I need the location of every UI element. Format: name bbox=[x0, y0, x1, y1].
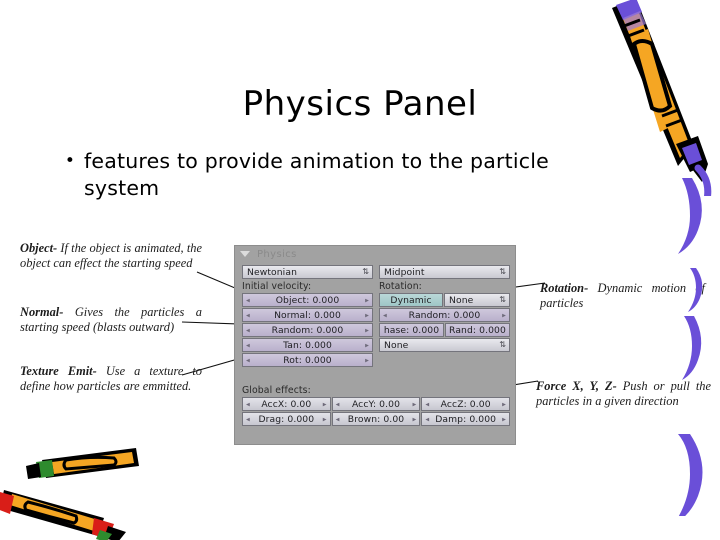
right-arrow-icon[interactable]: ▸ bbox=[502, 415, 506, 424]
integrator-dropdown[interactable]: Midpoint ⇅ bbox=[379, 265, 510, 279]
slider-rotation-random[interactable]: ◂ Random: 0.000 ▸ bbox=[379, 308, 510, 322]
updown-arrows-icon: ⇅ bbox=[362, 267, 369, 276]
slider-label: Random: 0.000 bbox=[271, 324, 344, 336]
right-arrow-icon[interactable]: ▸ bbox=[502, 400, 506, 409]
left-arrow-icon[interactable]: ◂ bbox=[246, 356, 250, 365]
slider-brown[interactable]: ◂ Brown: 0.00 ▸ bbox=[331, 412, 421, 426]
rotation-axis-value: None bbox=[384, 339, 409, 351]
left-arrow-icon[interactable]: ◂ bbox=[246, 415, 250, 424]
bullet-list: • features to provide animation to the p… bbox=[56, 148, 616, 202]
bullet-text: features to provide animation to the par… bbox=[84, 149, 549, 200]
slider-label: AccX: 0.00 bbox=[261, 398, 312, 410]
right-arrow-icon[interactable]: ▸ bbox=[412, 415, 416, 424]
updown-arrows-icon: ⇅ bbox=[499, 340, 506, 349]
slider-label: AccY: 0.00 bbox=[351, 398, 401, 410]
initial-velocity-label: Initial velocity: bbox=[242, 280, 312, 292]
slide-canvas: Physics Panel • features to provide anim… bbox=[0, 0, 720, 540]
right-arrow-icon[interactable]: ▸ bbox=[365, 311, 369, 320]
annotation-term: Normal- bbox=[20, 305, 64, 319]
triangle-down-icon[interactable] bbox=[240, 251, 250, 257]
left-arrow-icon[interactable]: ◂ bbox=[425, 415, 429, 424]
slider-accy[interactable]: ◂ AccY: 0.00 ▸ bbox=[331, 397, 421, 411]
annotation-normal: Normal- Gives the particles a starting s… bbox=[20, 305, 202, 334]
slider-label: Random: 0.000 bbox=[408, 309, 481, 321]
slider-label: hase: 0.000 bbox=[383, 324, 440, 336]
panel-right-column: Midpoint ⇅ Rotation: Dynamic None ⇅ ◂ Ra… bbox=[379, 265, 510, 368]
slider-phase[interactable]: hase: 0.000 bbox=[379, 323, 444, 337]
yellow-crayon-icon bbox=[612, 0, 712, 196]
bullet-marker-icon: • bbox=[64, 151, 76, 171]
rotation-mode-value: None bbox=[449, 294, 474, 306]
slider-rot[interactable]: ◂ Rot: 0.000 ▸ bbox=[242, 353, 373, 367]
slider-label: Drag: 0.000 bbox=[258, 413, 315, 425]
left-arrow-icon[interactable]: ◂ bbox=[336, 415, 340, 424]
physics-panel: Physics Newtonian ⇅ Initial velocity: ◂ … bbox=[234, 245, 516, 445]
annotation-term: Texture Emit- bbox=[20, 364, 97, 378]
slider-label: Brown: 0.00 bbox=[347, 413, 405, 425]
right-arrow-icon[interactable]: ▸ bbox=[323, 415, 327, 424]
rotation-mode-dropdown[interactable]: None ⇅ bbox=[444, 293, 510, 307]
slider-phase-rand[interactable]: Rand: 0.000 bbox=[445, 323, 510, 337]
slider-label: AccZ: 0.00 bbox=[440, 398, 491, 410]
right-arrow-icon[interactable]: ▸ bbox=[365, 341, 369, 350]
annotation-texture-emit: Texture Emit- Use a texture to define ho… bbox=[20, 364, 202, 393]
slider-label: Tan: 0.000 bbox=[283, 339, 332, 351]
slider-drag[interactable]: ◂ Drag: 0.000 ▸ bbox=[242, 412, 331, 426]
slider-object[interactable]: ◂ Object: 0.000 ▸ bbox=[242, 293, 373, 307]
global-effects-label: Global effects: bbox=[242, 384, 311, 396]
phase-rand-row: hase: 0.000 Rand: 0.000 bbox=[379, 323, 510, 338]
annotation-term: Rotation- bbox=[540, 281, 589, 295]
left-arrow-icon[interactable]: ◂ bbox=[246, 311, 250, 320]
slider-accz[interactable]: ◂ AccZ: 0.00 ▸ bbox=[421, 397, 511, 411]
crossed-crayons-icon bbox=[0, 448, 139, 540]
rotation-axis-dropdown[interactable]: None ⇅ bbox=[379, 338, 510, 352]
purple-brush-stroke-icon bbox=[678, 178, 703, 516]
left-arrow-icon[interactable]: ◂ bbox=[425, 400, 429, 409]
particle-type-dropdown[interactable]: Newtonian ⇅ bbox=[242, 265, 373, 279]
slider-label: Normal: 0.000 bbox=[274, 309, 341, 321]
rotation-toggle-row: Dynamic None ⇅ bbox=[379, 293, 510, 308]
right-arrow-icon[interactable]: ▸ bbox=[412, 400, 416, 409]
updown-arrows-icon: ⇅ bbox=[499, 295, 506, 304]
annotation-term: Object- bbox=[20, 241, 58, 255]
left-arrow-icon[interactable]: ◂ bbox=[246, 296, 250, 305]
annotation-object: Object- If the object is animated, the o… bbox=[20, 241, 202, 270]
slider-label: Rot: 0.000 bbox=[283, 354, 332, 366]
slider-random[interactable]: ◂ Random: 0.000 ▸ bbox=[242, 323, 373, 337]
right-arrow-icon[interactable]: ▸ bbox=[365, 326, 369, 335]
right-arrow-icon[interactable]: ▸ bbox=[365, 296, 369, 305]
particle-type-value: Newtonian bbox=[247, 266, 297, 278]
dynamic-toggle-label: Dynamic bbox=[390, 294, 432, 306]
left-arrow-icon[interactable]: ◂ bbox=[246, 400, 250, 409]
rotation-label: Rotation: bbox=[379, 280, 422, 292]
dynamic-toggle[interactable]: Dynamic bbox=[379, 293, 443, 307]
right-arrow-icon[interactable]: ▸ bbox=[502, 311, 506, 320]
left-arrow-icon[interactable]: ◂ bbox=[246, 341, 250, 350]
panel-header[interactable]: Physics bbox=[235, 246, 515, 262]
left-arrow-icon[interactable]: ◂ bbox=[246, 326, 250, 335]
panel-left-column: Newtonian ⇅ Initial velocity: ◂ Object: … bbox=[242, 265, 373, 368]
global-effects-row-1: ◂ AccX: 0.00 ▸ ◂ AccY: 0.00 ▸ ◂ AccZ: 0.… bbox=[242, 397, 511, 412]
left-arrow-icon[interactable]: ◂ bbox=[383, 311, 387, 320]
slider-label: Rand: 0.000 bbox=[449, 324, 506, 336]
panel-body: Newtonian ⇅ Initial velocity: ◂ Object: … bbox=[242, 265, 510, 368]
slider-accx[interactable]: ◂ AccX: 0.00 ▸ bbox=[242, 397, 331, 411]
right-arrow-icon[interactable]: ▸ bbox=[365, 356, 369, 365]
annotation-term: Force X, Y, Z- bbox=[536, 379, 617, 393]
slider-label: Object: 0.000 bbox=[275, 294, 340, 306]
global-effects-section: Global effects: ◂ AccX: 0.00 ▸ ◂ AccY: 0… bbox=[242, 383, 511, 427]
integrator-value: Midpoint bbox=[384, 266, 425, 278]
global-effects-row-2: ◂ Drag: 0.000 ▸ ◂ Brown: 0.00 ▸ ◂ Damp: … bbox=[242, 412, 511, 427]
left-arrow-icon[interactable]: ◂ bbox=[336, 400, 340, 409]
panel-title: Physics bbox=[257, 248, 297, 260]
slider-label: Damp: 0.000 bbox=[435, 413, 497, 425]
slider-normal[interactable]: ◂ Normal: 0.000 ▸ bbox=[242, 308, 373, 322]
updown-arrows-icon: ⇅ bbox=[499, 267, 506, 276]
right-arrow-icon[interactable]: ▸ bbox=[323, 400, 327, 409]
slider-damp[interactable]: ◂ Damp: 0.000 ▸ bbox=[421, 412, 511, 426]
slider-tan[interactable]: ◂ Tan: 0.000 ▸ bbox=[242, 338, 373, 352]
list-item: • features to provide animation to the p… bbox=[56, 148, 616, 202]
